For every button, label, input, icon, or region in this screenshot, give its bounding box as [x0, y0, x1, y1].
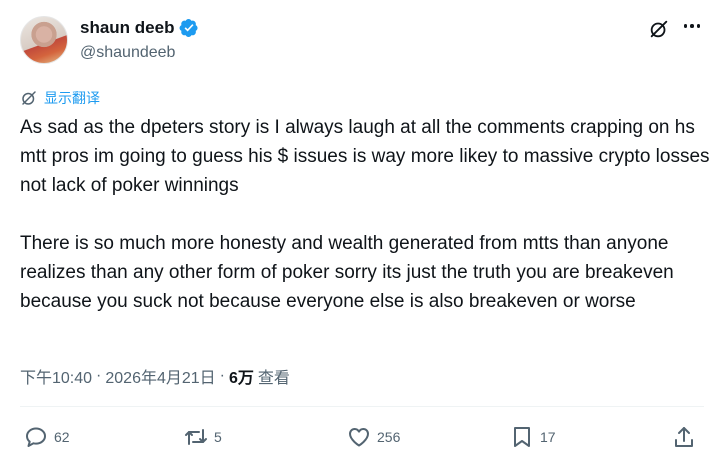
bookmark-count: 17	[540, 429, 556, 445]
views-count[interactable]: 6万	[229, 364, 254, 388]
bookmark-icon	[514, 427, 530, 447]
grok-icon[interactable]	[648, 18, 670, 40]
repost-button[interactable]: 5	[184, 421, 222, 453]
share-button[interactable]	[672, 421, 696, 453]
heart-icon	[349, 428, 369, 447]
tweet-text: As sad as the dpeters story is I always …	[20, 113, 710, 316]
reply-icon	[26, 427, 46, 447]
repost-count: 5	[214, 429, 222, 445]
verified-badge-icon	[179, 18, 199, 38]
tweet-paragraph: There is so much more honesty and wealth…	[20, 233, 674, 312]
share-icon	[675, 427, 693, 447]
display-name[interactable]: shaun deeb	[80, 18, 174, 38]
tweet-card: shaun deeb @shaundeeb 显示翻译 As sad as the…	[0, 0, 720, 459]
author-name-row: shaun deeb	[80, 18, 199, 38]
views-label: 查看	[257, 370, 290, 387]
reply-count: 62	[54, 429, 70, 445]
more-icon[interactable]	[681, 15, 703, 37]
reply-button[interactable]: 62	[24, 421, 70, 453]
repost-icon	[185, 429, 207, 445]
bookmark-button[interactable]: 17	[510, 421, 556, 453]
like-count: 256	[377, 429, 401, 445]
meta-separator: ·	[219, 367, 225, 384]
divider	[20, 406, 704, 407]
author-handle[interactable]: @shaundeeb	[80, 44, 175, 62]
like-button[interactable]: 256	[347, 421, 400, 453]
show-translation-label[interactable]: 显示翻译	[44, 88, 100, 108]
tweet-meta: 下午10:40 · 2026年4月21日 · 6万 查看	[20, 364, 290, 388]
action-bar: 62 5 256 17	[20, 421, 704, 453]
tweet-time[interactable]: 下午10:40	[20, 364, 92, 388]
tweet-date[interactable]: 2026年4月21日	[105, 364, 215, 388]
show-translation-link[interactable]: 显示翻译	[20, 88, 100, 108]
avatar[interactable]	[20, 16, 68, 64]
meta-separator: ·	[96, 367, 102, 384]
grok-translate-icon	[22, 91, 36, 105]
tweet-paragraph: As sad as the dpeters story is I always …	[20, 117, 710, 196]
